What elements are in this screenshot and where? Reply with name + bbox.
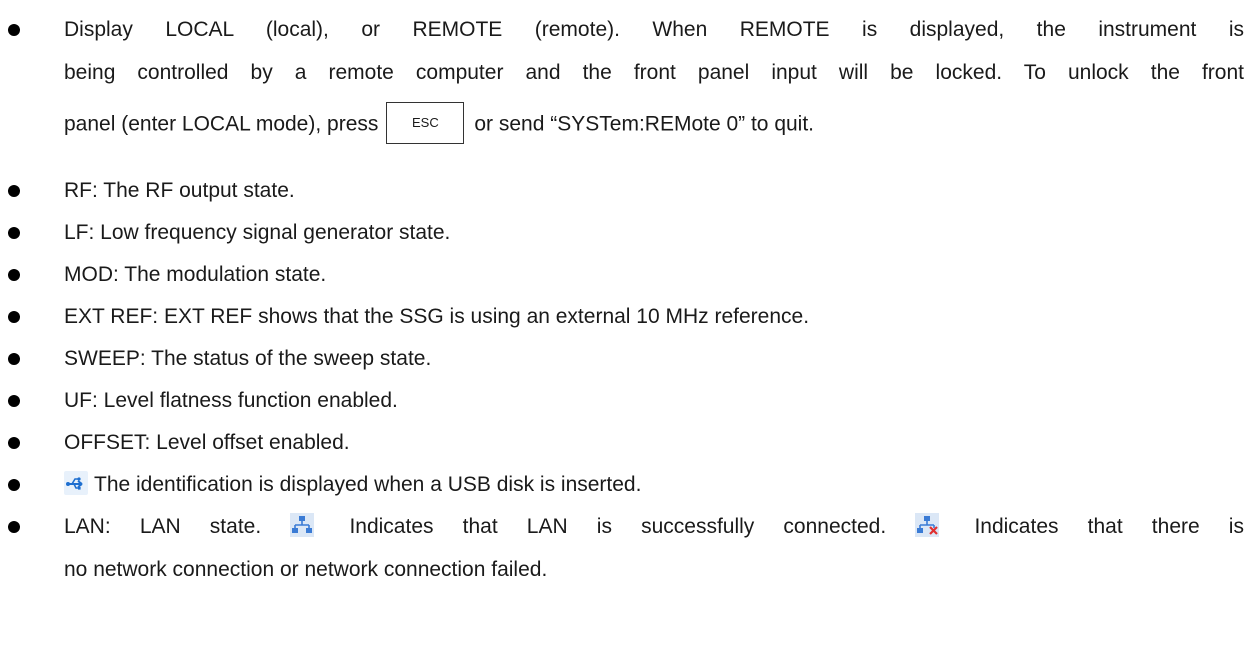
bullet bbox=[8, 269, 20, 281]
bullet bbox=[8, 353, 20, 365]
list-item: The identification is displayed when a U… bbox=[64, 471, 1244, 498]
list-item: OFFSET: Level offset enabled. bbox=[64, 430, 1244, 456]
text: OFFSET: Level offset enabled. bbox=[64, 431, 350, 454]
list-item: SWEEP: The status of the sweep state. bbox=[64, 346, 1244, 372]
text: being controlled by a remote computer an… bbox=[64, 61, 1244, 84]
bullet bbox=[8, 521, 20, 533]
bullet bbox=[8, 395, 20, 407]
text: RF: The RF output state. bbox=[64, 179, 295, 202]
text: LAN: LAN state. bbox=[64, 515, 262, 538]
text: MOD: The modulation state. bbox=[64, 263, 327, 286]
list-item: EXT REF: EXT REF shows that the SSG is u… bbox=[64, 304, 1244, 330]
text: LF: Low frequency signal generator state… bbox=[64, 221, 451, 244]
key-label: ESC bbox=[412, 115, 439, 130]
paragraph-line: being controlled by a remote computer an… bbox=[64, 60, 1244, 86]
text: The identification is displayed when a U… bbox=[94, 473, 642, 496]
paragraph-line: panel (enter LOCAL mode), press ESC or sen… bbox=[64, 102, 1244, 146]
bullet bbox=[8, 437, 20, 449]
lan-disconnected-icon bbox=[915, 513, 940, 538]
text: or send “SYSTem:REMote 0” to quit. bbox=[474, 112, 815, 136]
text: UF: Level flatness function enabled. bbox=[64, 389, 398, 412]
list-item: UF: Level flatness function enabled. bbox=[64, 388, 1244, 414]
list-item: LAN: LAN state. Indicates that LAN is su… bbox=[64, 513, 1244, 540]
bullet bbox=[8, 227, 20, 239]
text: panel (enter LOCAL mode), press bbox=[64, 112, 379, 136]
lan-connected-icon bbox=[290, 513, 315, 538]
text: Display LOCAL (local), or REMOTE (remote… bbox=[64, 18, 1244, 41]
bullet bbox=[8, 479, 20, 491]
text: Indicates that there is bbox=[974, 515, 1244, 538]
list-item: MOD: The modulation state. bbox=[64, 262, 1244, 288]
usb-icon bbox=[64, 471, 88, 496]
bullet bbox=[8, 24, 20, 36]
bullet bbox=[8, 185, 20, 197]
esc-key-box: ESC bbox=[386, 102, 465, 144]
text: no network connection or network connect… bbox=[64, 558, 548, 581]
paragraph-line: no network connection or network connect… bbox=[64, 557, 1244, 583]
list-item: RF: The RF output state. bbox=[64, 178, 1244, 204]
bullet bbox=[8, 311, 20, 323]
list-item: LF: Low frequency signal generator state… bbox=[64, 220, 1244, 246]
text: EXT REF: EXT REF shows that the SSG is u… bbox=[64, 305, 810, 328]
text: Indicates that LAN is successfully conne… bbox=[349, 515, 887, 538]
text: SWEEP: The status of the sweep state. bbox=[64, 347, 432, 370]
paragraph-line: Display LOCAL (local), or REMOTE (remote… bbox=[64, 17, 1244, 43]
